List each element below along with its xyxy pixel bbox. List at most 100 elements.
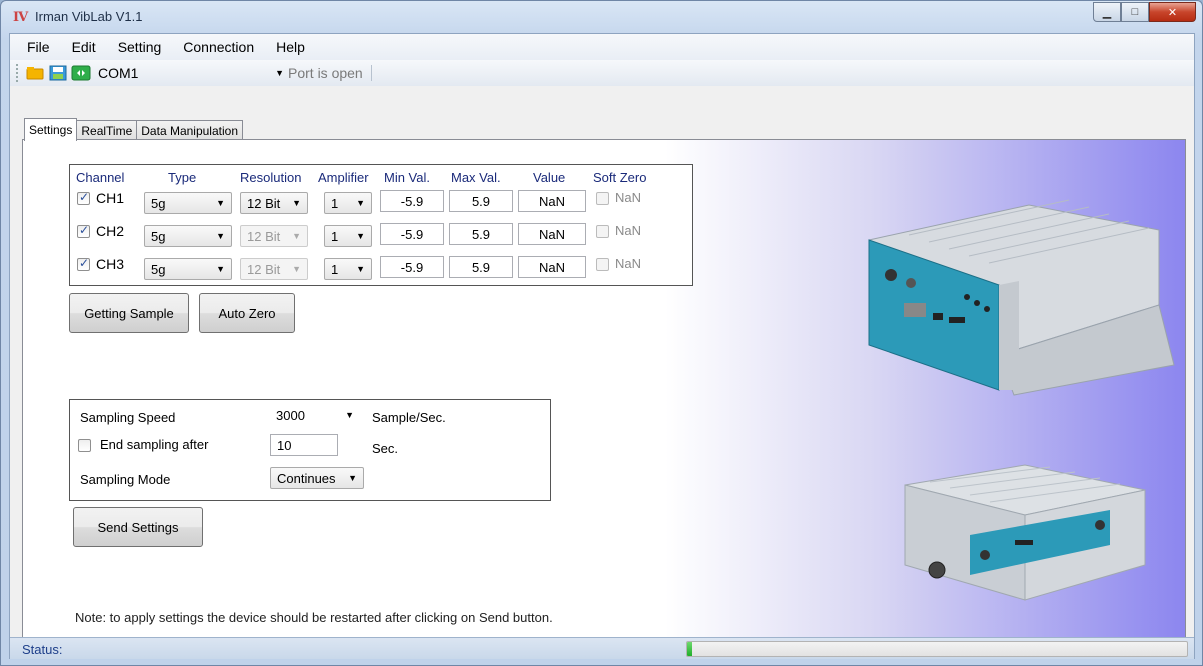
max-value-field[interactable]: 5.9 <box>449 256 513 278</box>
sampling-speed-unit: Sample/Sec. <box>372 410 446 425</box>
port-value: COM1 <box>98 65 139 81</box>
app-window: IV Irman VibLab V1.1 ▁ □ ✕ File Edit Set… <box>0 0 1203 666</box>
menu-setting[interactable]: Setting <box>107 39 173 55</box>
max-value-field[interactable]: 5.9 <box>449 223 513 245</box>
close-button[interactable]: ✕ <box>1149 2 1196 22</box>
type-select[interactable]: 5g ▼ <box>144 258 232 280</box>
chevron-down-icon: ▼ <box>348 473 357 483</box>
chevron-down-icon: ▼ <box>356 264 365 274</box>
chevron-down-icon: ▼ <box>292 231 301 241</box>
value-field: NaN <box>518 190 586 212</box>
resolution-value: 12 Bit <box>247 262 281 277</box>
tab-settings[interactable]: Settings <box>24 118 78 141</box>
channel-enable-checkbox[interactable] <box>77 256 90 271</box>
menu-edit[interactable]: Edit <box>61 39 107 55</box>
status-bar: Status: <box>10 637 1194 659</box>
menu-help[interactable]: Help <box>265 39 316 55</box>
min-value-field[interactable]: -5.9 <box>380 190 444 212</box>
title-bar: IV Irman VibLab V1.1 ▁ □ ✕ <box>1 1 1202 33</box>
min-value-field[interactable]: -5.9 <box>380 256 444 278</box>
channel-settings-group: Channel Type Resolution Amplifier Min Va… <box>69 164 693 286</box>
end-sampling-checkbox[interactable] <box>78 439 91 452</box>
maximize-icon: □ <box>1131 6 1139 18</box>
amplifier-select[interactable]: 1 ▼ <box>324 192 372 214</box>
amplifier-value: 1 <box>331 229 339 244</box>
device-image-bottom <box>904 464 1146 601</box>
sampling-speed-label: Sampling Speed <box>80 410 176 425</box>
status-label: Status: <box>22 642 63 657</box>
header-resolution: Resolution <box>240 170 302 185</box>
connect-icon[interactable] <box>71 64 91 82</box>
sampling-mode-label: Sampling Mode <box>80 472 171 487</box>
resolution-value: 12 Bit <box>247 196 281 211</box>
device-image-top <box>868 199 1175 396</box>
settings-tab-page: Channel Type Resolution Amplifier Min Va… <box>22 139 1186 647</box>
min-value-field[interactable]: -5.9 <box>380 223 444 245</box>
maximize-button[interactable]: □ <box>1121 2 1149 22</box>
getting-sample-button[interactable]: Getting Sample <box>69 293 189 333</box>
soft-zero-checkbox[interactable] <box>596 192 609 205</box>
channel-name: CH1 <box>96 190 125 206</box>
resolution-select[interactable]: 12 Bit ▼ <box>240 192 308 214</box>
header-channel: Channel <box>76 170 125 185</box>
chevron-down-icon: ▼ <box>345 410 354 420</box>
sampling-speed-select[interactable]: 3000 ▼ <box>270 405 360 427</box>
soft-zero-label: NaN <box>615 223 642 238</box>
caption-buttons: ▁ □ ✕ <box>1093 2 1196 22</box>
sampling-mode-select[interactable]: Continues ▼ <box>270 467 364 489</box>
port-status: Port is open <box>288 65 372 81</box>
end-sampling-field[interactable]: 10 <box>270 434 338 456</box>
toolbar: COM1 ▼ Port is open <box>10 60 1194 86</box>
chevron-down-icon: ▼ <box>292 198 301 208</box>
port-select[interactable]: COM1 ▼ <box>98 63 288 83</box>
header-value: Value <box>533 170 566 185</box>
progress-fill <box>687 642 692 656</box>
save-icon[interactable] <box>48 64 68 82</box>
amplifier-select[interactable]: 1 ▼ <box>324 225 372 247</box>
end-sampling-label: End sampling after <box>100 437 209 452</box>
send-settings-button[interactable]: Send Settings <box>73 507 203 547</box>
header-max: Max Val. <box>451 170 501 185</box>
type-value: 5g <box>151 229 166 244</box>
soft-zero-checkbox[interactable] <box>596 225 609 238</box>
chevron-down-icon: ▼ <box>356 231 365 241</box>
tab-strip: Settings RealTime Data Manipulation <box>24 118 243 141</box>
end-sampling-unit: Sec. <box>372 441 399 456</box>
chevron-down-icon: ▼ <box>216 231 225 241</box>
soft-zero-checkbox[interactable] <box>596 258 609 271</box>
amplifier-select[interactable]: 1 ▼ <box>324 258 372 280</box>
header-amplifier: Amplifier <box>318 170 369 185</box>
menu-connection[interactable]: Connection <box>172 39 265 55</box>
header-soft-zero: Soft Zero <box>593 170 647 185</box>
auto-zero-button[interactable]: Auto Zero <box>199 293 295 333</box>
chevron-down-icon: ▼ <box>216 264 225 274</box>
resolution-select: 12 Bit ▼ <box>240 258 308 280</box>
amplifier-value: 1 <box>331 262 339 277</box>
sampling-mode-value: Continues <box>277 471 336 486</box>
resolution-value: 12 Bit <box>247 229 281 244</box>
amplifier-value: 1 <box>331 196 339 211</box>
value-field: NaN <box>518 256 586 278</box>
resolution-select: 12 Bit ▼ <box>240 225 308 247</box>
open-folder-icon[interactable] <box>25 64 45 82</box>
chevron-down-icon: ▼ <box>356 198 365 208</box>
sampling-settings-group: Sampling Speed 3000 ▼ Sample/Sec. End sam… <box>69 399 551 501</box>
app-logo-icon: IV <box>13 10 28 25</box>
type-select[interactable]: 5g ▼ <box>144 225 232 247</box>
menu-file[interactable]: File <box>16 39 61 55</box>
soft-zero-label: NaN <box>615 190 642 205</box>
chevron-down-icon: ▼ <box>275 68 284 78</box>
channel-row: CH3 5g▼ 12 Bit▼ 1▼ -5.9 5.9 NaN NaN <box>70 253 692 281</box>
channel-enable-checkbox[interactable] <box>77 223 90 238</box>
soft-zero-label: NaN <box>615 256 642 271</box>
max-value-field[interactable]: 5.9 <box>449 190 513 212</box>
tab-data-manipulation[interactable]: Data Manipulation <box>136 120 243 140</box>
channel-enable-checkbox[interactable] <box>77 190 90 205</box>
minimize-button[interactable]: ▁ <box>1093 2 1121 22</box>
type-select[interactable]: 5g ▼ <box>144 192 232 214</box>
minimize-icon: ▁ <box>1102 6 1112 19</box>
chevron-down-icon: ▼ <box>216 198 225 208</box>
chevron-down-icon: ▼ <box>292 264 301 274</box>
toolbar-grip[interactable] <box>16 64 19 82</box>
tab-realtime[interactable]: RealTime <box>76 120 138 140</box>
